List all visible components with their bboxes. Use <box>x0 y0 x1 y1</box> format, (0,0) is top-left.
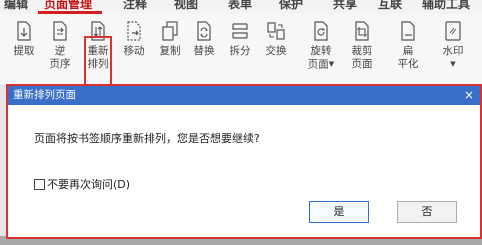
crop-pages-button[interactable]: 裁剪 页面 <box>346 16 378 82</box>
swap-button[interactable]: 交换 <box>260 16 292 82</box>
crop-icon <box>355 21 369 41</box>
reverse-order-label-2: 页序 <box>49 58 71 70</box>
swap-label: 交换 <box>265 45 287 57</box>
split-button[interactable]: 拆分 <box>224 16 256 82</box>
rotate-icon <box>314 21 328 41</box>
extract-button[interactable]: 提取 <box>8 16 40 82</box>
dont-ask-again-checkbox[interactable]: 不要再次询问(D) <box>34 176 130 192</box>
crop-label-1: 裁剪 <box>351 45 373 57</box>
copy-button[interactable]: 复制 <box>154 16 186 82</box>
flatten-button[interactable]: 扁 平化 <box>392 16 424 82</box>
menu-comment[interactable]: 注释 <box>123 0 147 13</box>
replace-button[interactable]: 替换 <box>188 16 220 82</box>
rotate-label-2: 页面 <box>307 58 329 71</box>
crop-label-2: 页面 <box>351 58 373 70</box>
menu-share[interactable]: 共享 <box>333 0 357 13</box>
flatten-label-1: 扁 <box>402 45 414 57</box>
reverse-order-button[interactable]: 逆 页序 <box>44 16 76 82</box>
close-icon[interactable]: × <box>464 86 474 105</box>
replace-icon <box>197 21 211 41</box>
dialog-titlebar: 重新排列页面 × <box>8 86 480 105</box>
yes-button[interactable]: 是 <box>309 201 369 223</box>
menu-view[interactable]: 视图 <box>174 0 198 13</box>
no-button[interactable]: 否 <box>397 201 457 223</box>
flatten-label-2: 平化 <box>397 58 419 70</box>
extract-label: 提取 <box>13 45 35 57</box>
menu-accessibility-tools[interactable]: 辅助工具 <box>422 0 470 13</box>
reverse-order-icon <box>53 21 67 41</box>
split-icon <box>232 23 248 39</box>
rotate-label-1: 旋转 <box>310 45 332 57</box>
rearrange-pages-dialog: 重新排列页面 × 页面将按书签顺序重新排列，您是否想要继续? 不要再次询问(D)… <box>6 84 482 239</box>
replace-label: 替换 <box>193 45 215 57</box>
move-icon <box>127 21 141 41</box>
watermark-icon <box>445 21 461 41</box>
menu-connect[interactable]: 互联 <box>378 0 402 13</box>
menu-form[interactable]: 表单 <box>228 0 252 13</box>
split-label: 拆分 <box>229 45 251 57</box>
menubar: 编辑 页面管理 注释 视图 表单 保护 共享 互联 辅助工具 <box>0 0 482 14</box>
ribbon-toolbar: 提取 逆 页序 重新 排列 移动 复制 替换 拆分 交换 旋转 页面▼ 裁剪 页… <box>0 14 482 94</box>
copy-icon <box>162 21 178 41</box>
swap-icon <box>267 22 285 40</box>
dropdown-arrow-icon: ▼ <box>450 60 456 68</box>
dialog-message: 页面将按书签顺序重新排列，您是否想要继续? <box>34 132 260 145</box>
rotate-pages-button[interactable]: 旋转 页面▼ <box>304 16 338 82</box>
extract-icon <box>17 21 31 41</box>
watermark-button[interactable]: 水印 ▼ <box>436 16 470 82</box>
move-button[interactable]: 移动 <box>118 16 150 82</box>
watermark-label: 水印 <box>442 45 464 57</box>
menu-edit[interactable]: 编辑 <box>4 0 28 13</box>
copy-label: 复制 <box>159 45 181 57</box>
flatten-icon <box>401 21 415 41</box>
menu-protect[interactable]: 保护 <box>279 0 303 13</box>
dont-ask-again-label: 不要再次询问(D) <box>47 178 131 191</box>
checkbox-icon[interactable] <box>34 178 45 190</box>
move-label: 移动 <box>123 45 145 57</box>
reverse-order-label-1: 逆 <box>54 45 66 57</box>
dropdown-arrow-icon: ▼ <box>328 60 335 68</box>
dialog-title: 重新排列页面 <box>13 89 76 101</box>
